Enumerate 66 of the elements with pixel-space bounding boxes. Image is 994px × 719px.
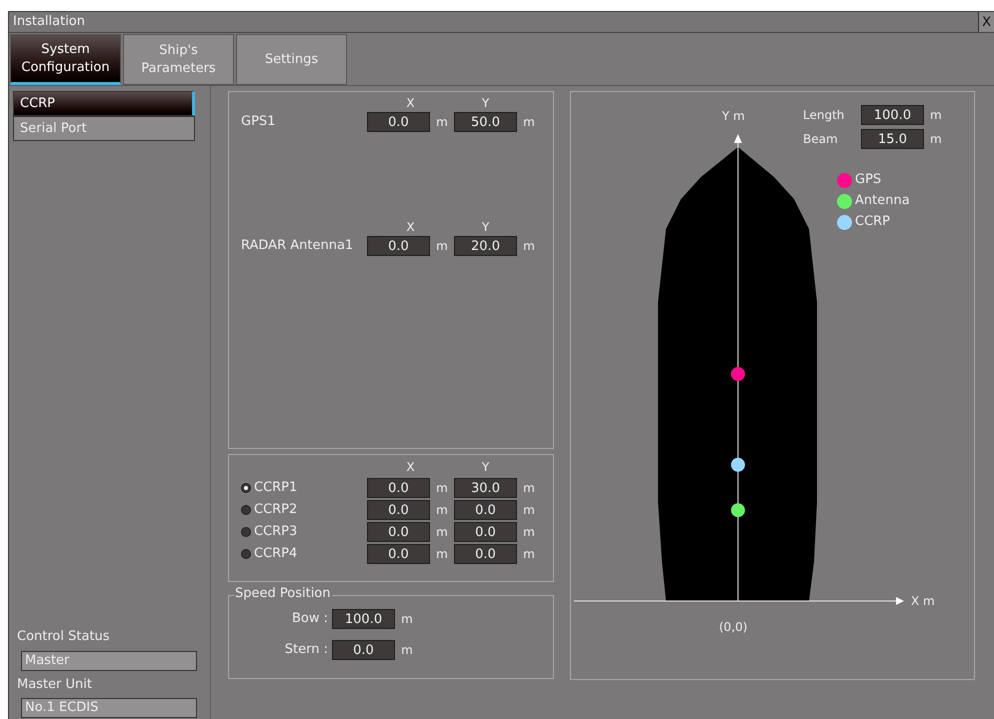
unit-label: m <box>522 524 536 541</box>
y-axis-label: Y m <box>722 108 745 125</box>
origin-label: (0,0) <box>719 619 748 636</box>
unit-label: m <box>435 502 449 519</box>
column-heading: X <box>405 459 416 476</box>
gps-marker <box>731 367 745 381</box>
ccrp-marker <box>731 458 745 472</box>
column-heading: X <box>405 95 416 112</box>
control-status-field: Master <box>21 650 197 670</box>
tab[interactable]: System Configuration <box>10 34 121 85</box>
unit-label: m <box>522 238 536 255</box>
unit-label: m <box>929 131 942 148</box>
sidebar-item[interactable]: CCRP <box>13 91 195 116</box>
ccrp-radio[interactable]: CCRP4 <box>241 544 367 564</box>
x-field[interactable]: 0.0 <box>367 112 430 132</box>
unit-label: m <box>435 480 449 497</box>
unit-label: m <box>435 546 449 563</box>
ccrp-radio[interactable]: CCRP1 <box>241 478 367 498</box>
unit-label: m <box>400 642 414 659</box>
unit-label: m <box>435 238 449 255</box>
input-field[interactable]: 0.0 <box>332 640 395 660</box>
x-axis-label: X m <box>911 593 935 610</box>
dimension-field[interactable]: 100.0 <box>861 105 924 125</box>
column-heading: X <box>405 219 416 236</box>
ccrp-radio[interactable]: CCRP2 <box>241 500 367 520</box>
legend-label: CCRP <box>855 214 890 230</box>
unit-label: m <box>929 107 942 124</box>
dimension-field[interactable]: 15.0 <box>861 129 924 149</box>
y-field[interactable]: 20.0 <box>454 236 517 256</box>
control-status-label: Control Status <box>16 628 111 646</box>
unit-label: m <box>522 546 536 563</box>
y-field[interactable]: 0.0 <box>454 544 517 564</box>
column-heading: Y <box>480 459 490 476</box>
master-unit-label: Master Unit <box>16 676 93 694</box>
legend-label: Antenna <box>855 193 910 209</box>
unit-label: m <box>400 611 414 628</box>
window-title: Installation <box>13 13 86 32</box>
x-field[interactable]: 0.0 <box>367 500 430 520</box>
x-field[interactable]: 0.0 <box>367 478 430 498</box>
x-field[interactable]: 0.0 <box>367 544 430 564</box>
unit-label: m <box>522 502 536 519</box>
y-field[interactable]: 0.0 <box>454 500 517 520</box>
x-field[interactable]: 0.0 <box>367 522 430 542</box>
input-field[interactable]: 100.0 <box>332 609 395 629</box>
x-field[interactable]: 0.0 <box>367 236 430 256</box>
column-heading: Y <box>480 95 490 112</box>
field-label: Stern : <box>284 641 329 660</box>
group-title: Speed Position <box>234 586 332 602</box>
legend-label: GPS <box>855 172 882 188</box>
sensor-name: RADAR Antenna1 <box>241 237 354 256</box>
dimension-label: Length <box>803 107 846 124</box>
y-field[interactable]: 50.0 <box>454 112 517 132</box>
y-field[interactable]: 30.0 <box>454 478 517 498</box>
field-label: Bow : <box>290 610 329 628</box>
close-button[interactable]: X <box>978 12 994 32</box>
sensor-name: GPS1 <box>241 113 276 132</box>
master-unit-field: No.1 ECDIS <box>21 698 197 718</box>
ccrp-radio[interactable]: CCRP3 <box>241 522 367 542</box>
dimension-label: Beam <box>803 131 839 148</box>
y-field[interactable]: 0.0 <box>454 522 517 542</box>
antenna-marker <box>731 503 745 518</box>
column-heading: Y <box>480 219 490 236</box>
unit-label: m <box>522 114 536 131</box>
unit-label: m <box>435 524 449 541</box>
unit-label: m <box>522 480 536 497</box>
unit-label: m <box>435 114 449 131</box>
